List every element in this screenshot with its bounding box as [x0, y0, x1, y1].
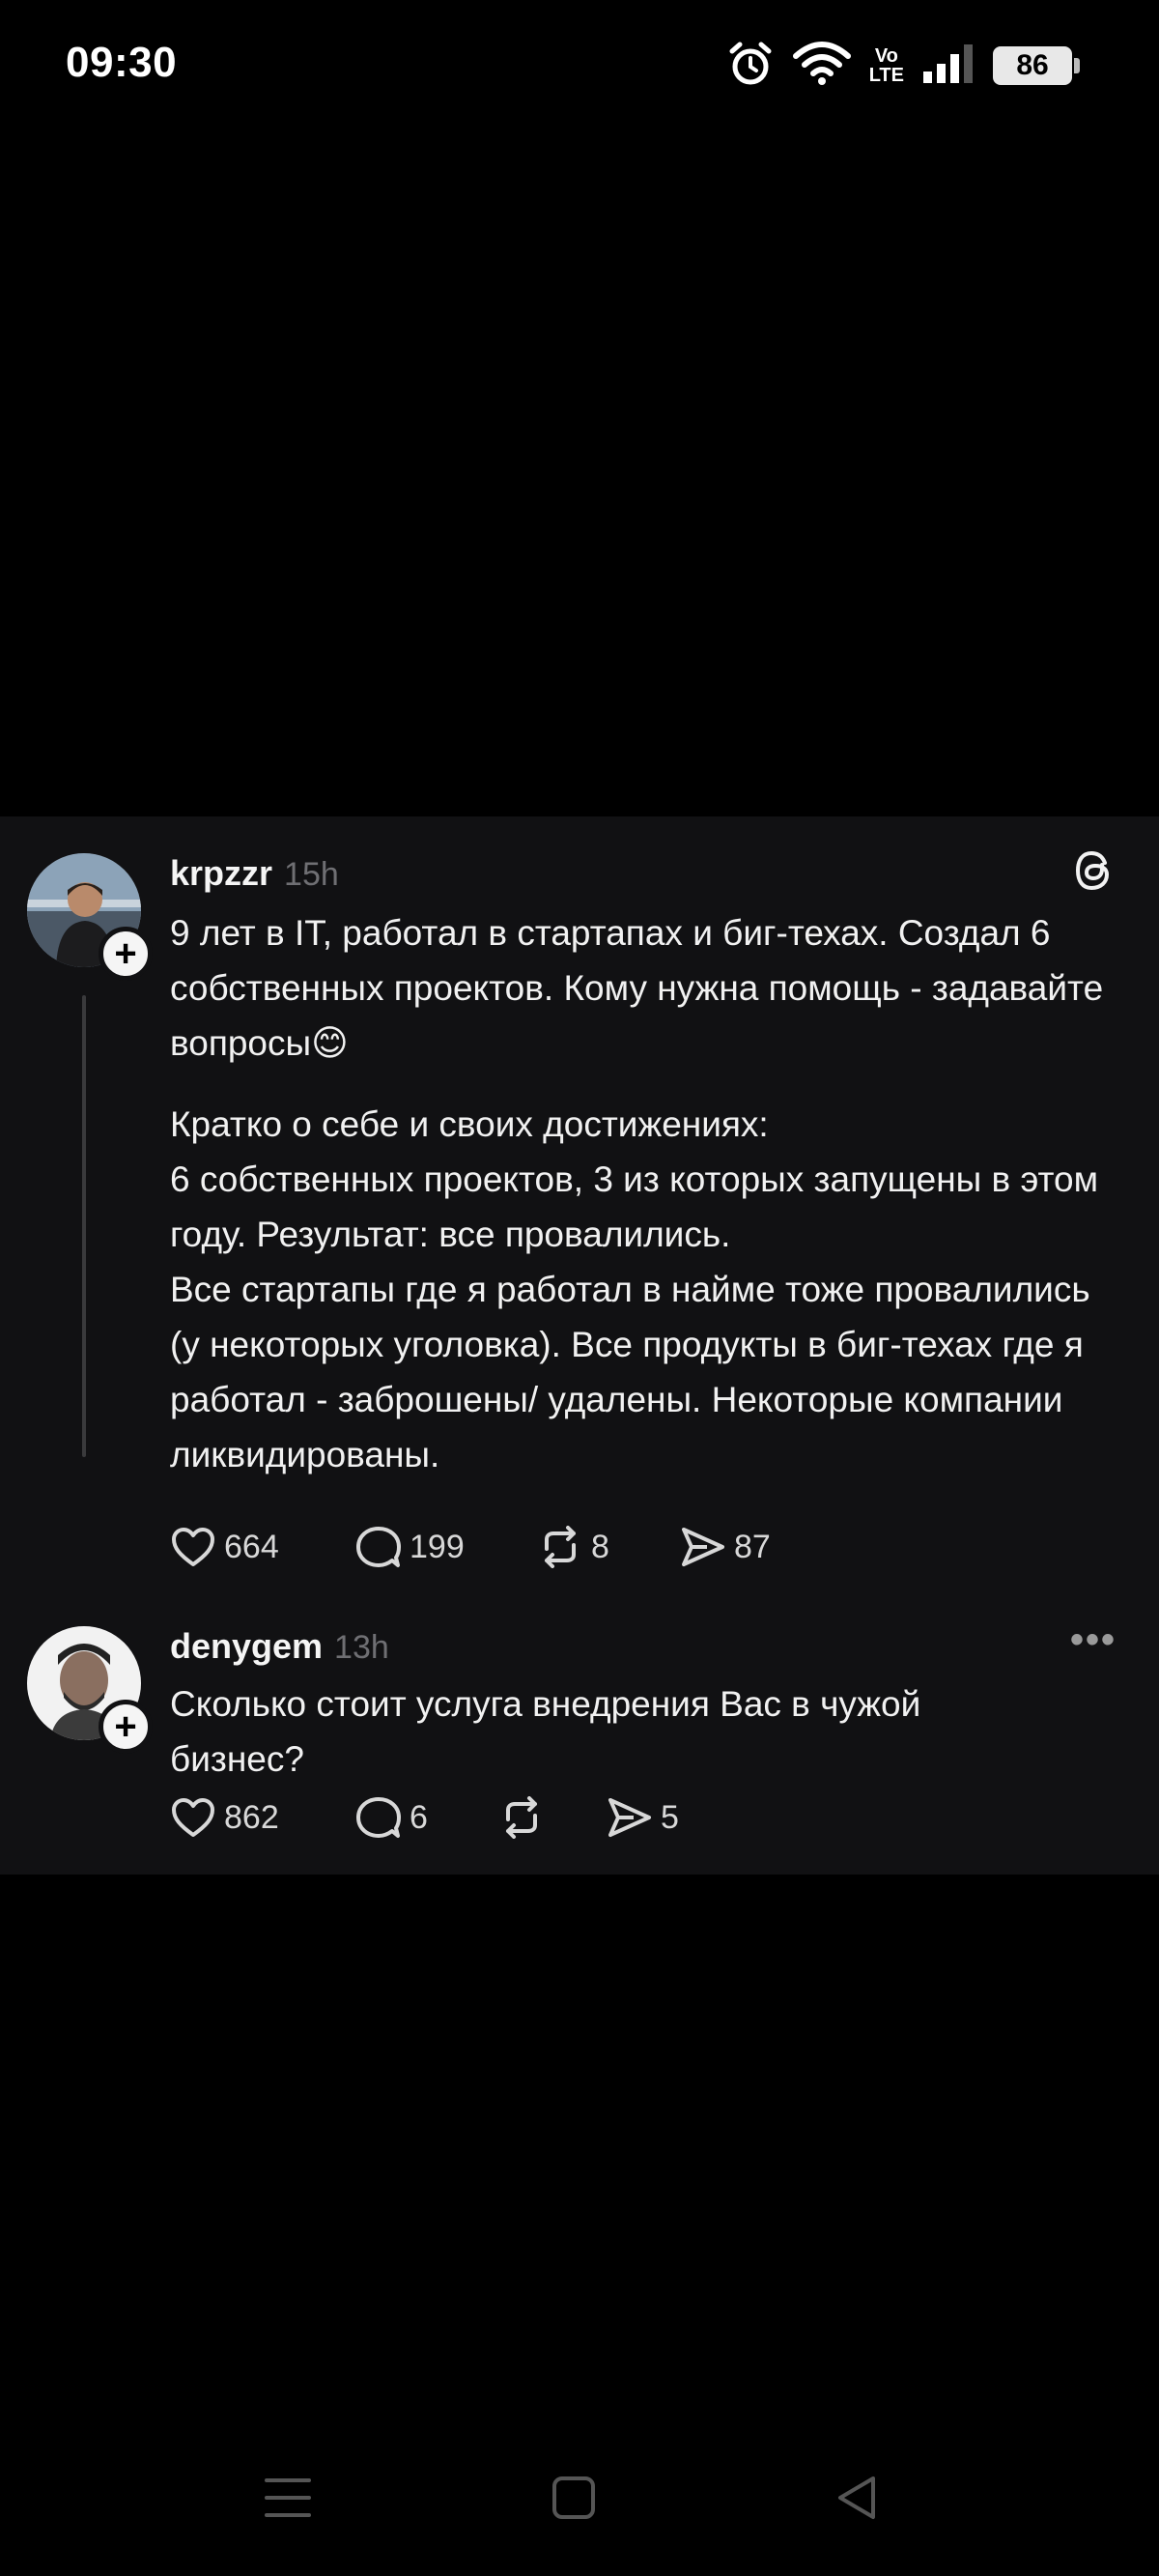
post-time: 13h [334, 1629, 389, 1666]
thread-card: + krpzzr 15h 9 лет в IT, работал в старта… [0, 816, 1159, 1875]
share-count: 87 [734, 1528, 771, 1565]
share-button[interactable]: 5 [607, 1796, 679, 1839]
post-body: 9 лет в IT, работал в стартапах и биг-те… [170, 905, 1117, 1482]
signal-icon [921, 43, 975, 90]
repost-button[interactable] [498, 1796, 607, 1839]
send-icon [608, 1798, 651, 1837]
username[interactable]: denygem [170, 1626, 323, 1666]
follow-plus-button[interactable]: + [99, 1700, 153, 1754]
follow-plus-button[interactable]: + [99, 927, 153, 981]
repost-icon [545, 1526, 576, 1568]
username[interactable]: krpzzr [170, 853, 272, 893]
battery-indicator: 86 [993, 46, 1080, 85]
post-actions: 862 6 5 [170, 1789, 679, 1846]
like-button[interactable]: 862 [170, 1796, 355, 1839]
thread-connector-line [82, 995, 86, 1457]
alarm-icon [726, 40, 775, 93]
reply-count: 6 [410, 1798, 428, 1836]
repost-button[interactable]: 8 [537, 1526, 680, 1568]
send-icon [682, 1528, 724, 1566]
menu-icon[interactable] [259, 2469, 317, 2527]
more-options-icon[interactable]: ••• [1070, 1618, 1117, 1662]
volte-icon: Vo LTE [869, 46, 904, 85]
wifi-icon [792, 41, 852, 92]
status-icons: Vo LTE 86 [726, 37, 1080, 95]
reply-button[interactable]: 199 [355, 1525, 537, 1569]
post-author[interactable]: krpzzr 15h [170, 853, 339, 894]
post-author[interactable]: denygem 13h [170, 1626, 389, 1667]
reply-count: 199 [410, 1528, 465, 1565]
post-paragraph: Сколько стоит услуга внедрения Вас в чуж… [170, 1684, 921, 1779]
repost-icon [506, 1796, 537, 1839]
volte-bottom: LTE [868, 65, 904, 86]
screen: 09:30 Vo LTE 86 + krpzzr 15h 9 лет в IT,… [0, 0, 1159, 2576]
back-icon[interactable] [829, 2469, 887, 2527]
share-button[interactable]: 87 [680, 1526, 771, 1568]
like-count: 862 [224, 1798, 279, 1836]
comment-icon [356, 1527, 401, 1567]
post-body: Сколько стоит услуга внедрения Вас в чуж… [170, 1676, 1059, 1787]
post-time: 15h [284, 856, 339, 893]
heart-icon [172, 1798, 214, 1837]
post-actions: 664 199 8 87 [170, 1518, 771, 1576]
status-bar: 09:30 Vo LTE 86 [0, 0, 1159, 135]
volte-top: Vo [874, 45, 898, 67]
reply-button[interactable]: 6 [355, 1795, 498, 1840]
share-count: 5 [661, 1798, 679, 1836]
post-paragraph: Все стартапы где я работал в найме тоже … [170, 1270, 1090, 1474]
post-paragraph: 6 собственных проектов, 3 из которых зап… [170, 1159, 1099, 1254]
comment-icon [356, 1797, 401, 1838]
post-paragraph: Кратко о себе и своих достижениях: [170, 1104, 769, 1144]
like-button[interactable]: 664 [170, 1526, 355, 1568]
status-time: 09:30 [66, 39, 178, 86]
home-icon[interactable] [545, 2469, 603, 2527]
system-nav-bar [0, 2454, 1159, 2541]
like-count: 664 [224, 1528, 279, 1565]
repost-count: 8 [591, 1528, 609, 1565]
heart-icon [172, 1528, 214, 1566]
post-paragraph: 9 лет в IT, работал в стартапах и биг-те… [170, 913, 1104, 1063]
threads-logo-icon[interactable] [1070, 845, 1120, 896]
